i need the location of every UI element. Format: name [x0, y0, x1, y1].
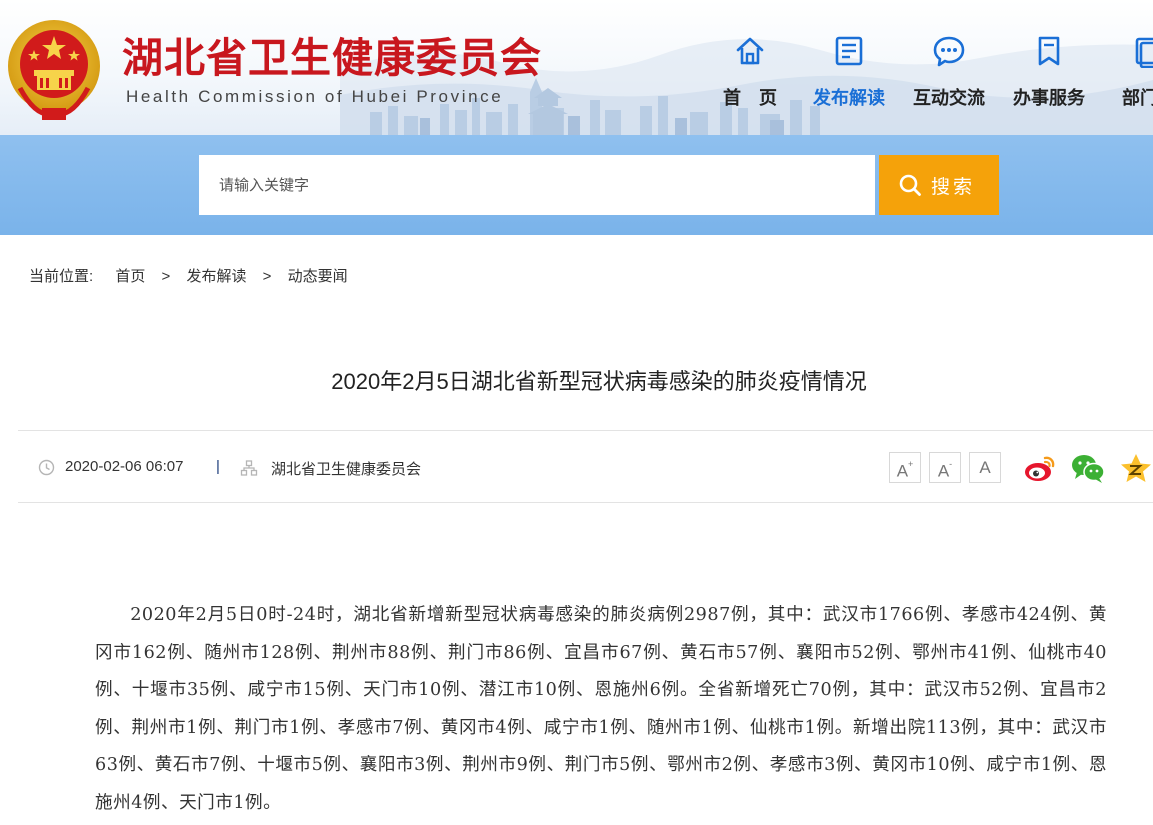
search-input[interactable]: [199, 155, 875, 215]
nav-item-department[interactable]: 部门动: [1099, 30, 1153, 110]
weibo-share-icon[interactable]: [1023, 452, 1057, 484]
qzone-share-icon[interactable]: [1119, 452, 1153, 484]
divider: [18, 430, 1153, 431]
article-source: 湖北省卫生健康委员会: [271, 461, 422, 478]
site-subtitle: Health Commission of Hubei Province: [126, 87, 504, 106]
article-body: 2020年2月5日0时-24时，湖北省新增新型冠状病毒感染的肺炎病例2987例，…: [95, 605, 1107, 813]
nav-label: 互动交流: [913, 88, 985, 109]
nav-label: 发布解读: [813, 88, 885, 109]
breadcrumb-item-home[interactable]: 首页: [115, 265, 145, 286]
nav-item-services[interactable]: 办事服务: [999, 30, 1099, 110]
nav-item-publish[interactable]: 发布解读: [799, 30, 899, 110]
nav-label: 办事服务: [1013, 88, 1085, 109]
breadcrumb-separator: >: [161, 268, 171, 285]
organization-icon: [240, 460, 258, 476]
nav-label: 部门动: [1122, 88, 1153, 109]
breadcrumb: 当前位置: 首页 > 发布解读 > 动态要闻: [29, 265, 348, 286]
breadcrumb-item-news[interactable]: 动态要闻: [288, 265, 348, 286]
breadcrumb-item-publish[interactable]: 发布解读: [186, 265, 246, 286]
meta-divider: |: [216, 458, 220, 475]
chat-icon: [933, 36, 965, 67]
site-title[interactable]: 湖北省卫生健康委员会: [122, 30, 542, 86]
wechat-share-icon[interactable]: [1071, 452, 1105, 484]
divider: [18, 502, 1153, 503]
search-band: 搜索: [0, 135, 1153, 235]
breadcrumb-separator: >: [262, 268, 272, 285]
clock-icon: [38, 459, 55, 476]
search-icon: [899, 174, 921, 196]
article-title: 2020年2月5日湖北省新型冠状病毒感染的肺炎疫情情况: [331, 369, 867, 394]
search-button[interactable]: 搜索: [879, 155, 999, 215]
department-icon: [1135, 37, 1153, 68]
national-emblem-logo: [8, 20, 100, 120]
nav-item-interaction[interactable]: 互动交流: [899, 30, 999, 110]
nav-item-home[interactable]: 首 页: [700, 30, 800, 110]
document-icon: [835, 36, 863, 66]
font-decrease-button[interactable]: A-: [929, 452, 961, 483]
home-icon: [736, 37, 764, 65]
site-header: 湖北省卫生健康委员会 Health Commission of Hubei Pr…: [0, 0, 1153, 135]
nav-label: 首 页: [723, 88, 777, 109]
publish-date: 2020-02-06 06:07: [65, 458, 184, 475]
font-increase-button[interactable]: A+: [889, 452, 921, 483]
bookmark-icon: [1038, 36, 1060, 66]
font-reset-button[interactable]: A: [969, 452, 1001, 483]
breadcrumb-prefix: 当前位置:: [29, 268, 94, 285]
search-button-label: 搜索: [931, 177, 976, 198]
